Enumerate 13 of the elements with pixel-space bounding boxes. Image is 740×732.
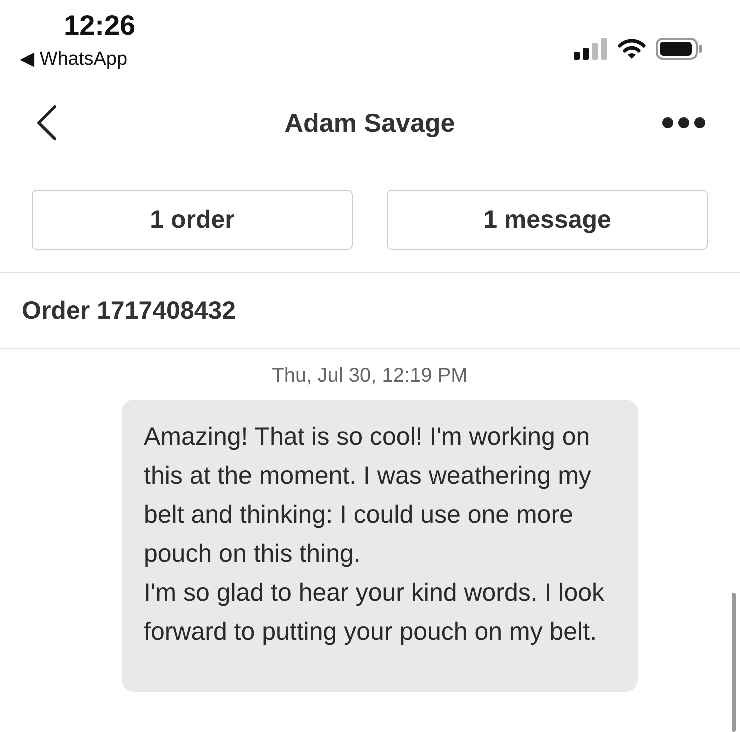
battery-icon (656, 38, 702, 60)
more-icon[interactable] (662, 117, 706, 129)
message-text: Amazing! That is so cool! I'm working on this at the moment. I was weathering my belt and thinking: I could use one more pouch on this thing. I'm so glad to hear your kind words. I look forward to putting your pouch on my belt. (144, 422, 606, 648)
wifi-icon (618, 38, 646, 60)
status-time: 12:26 (64, 10, 136, 42)
order-title: Order 1717408432 (21, 296, 238, 327)
message-timestamp: Thu, Jul 30, 12:19 PM (271, 364, 469, 389)
signal-icon (574, 38, 608, 60)
summary-button[interactable]: 1 order (32, 190, 353, 250)
summary-button[interactable]: 1 message (387, 190, 708, 250)
back-to-app-link[interactable]: ◀ WhatsApp (20, 48, 128, 71)
back-icon[interactable] (36, 105, 58, 141)
contact-name: Adam Savage (284, 108, 456, 138)
